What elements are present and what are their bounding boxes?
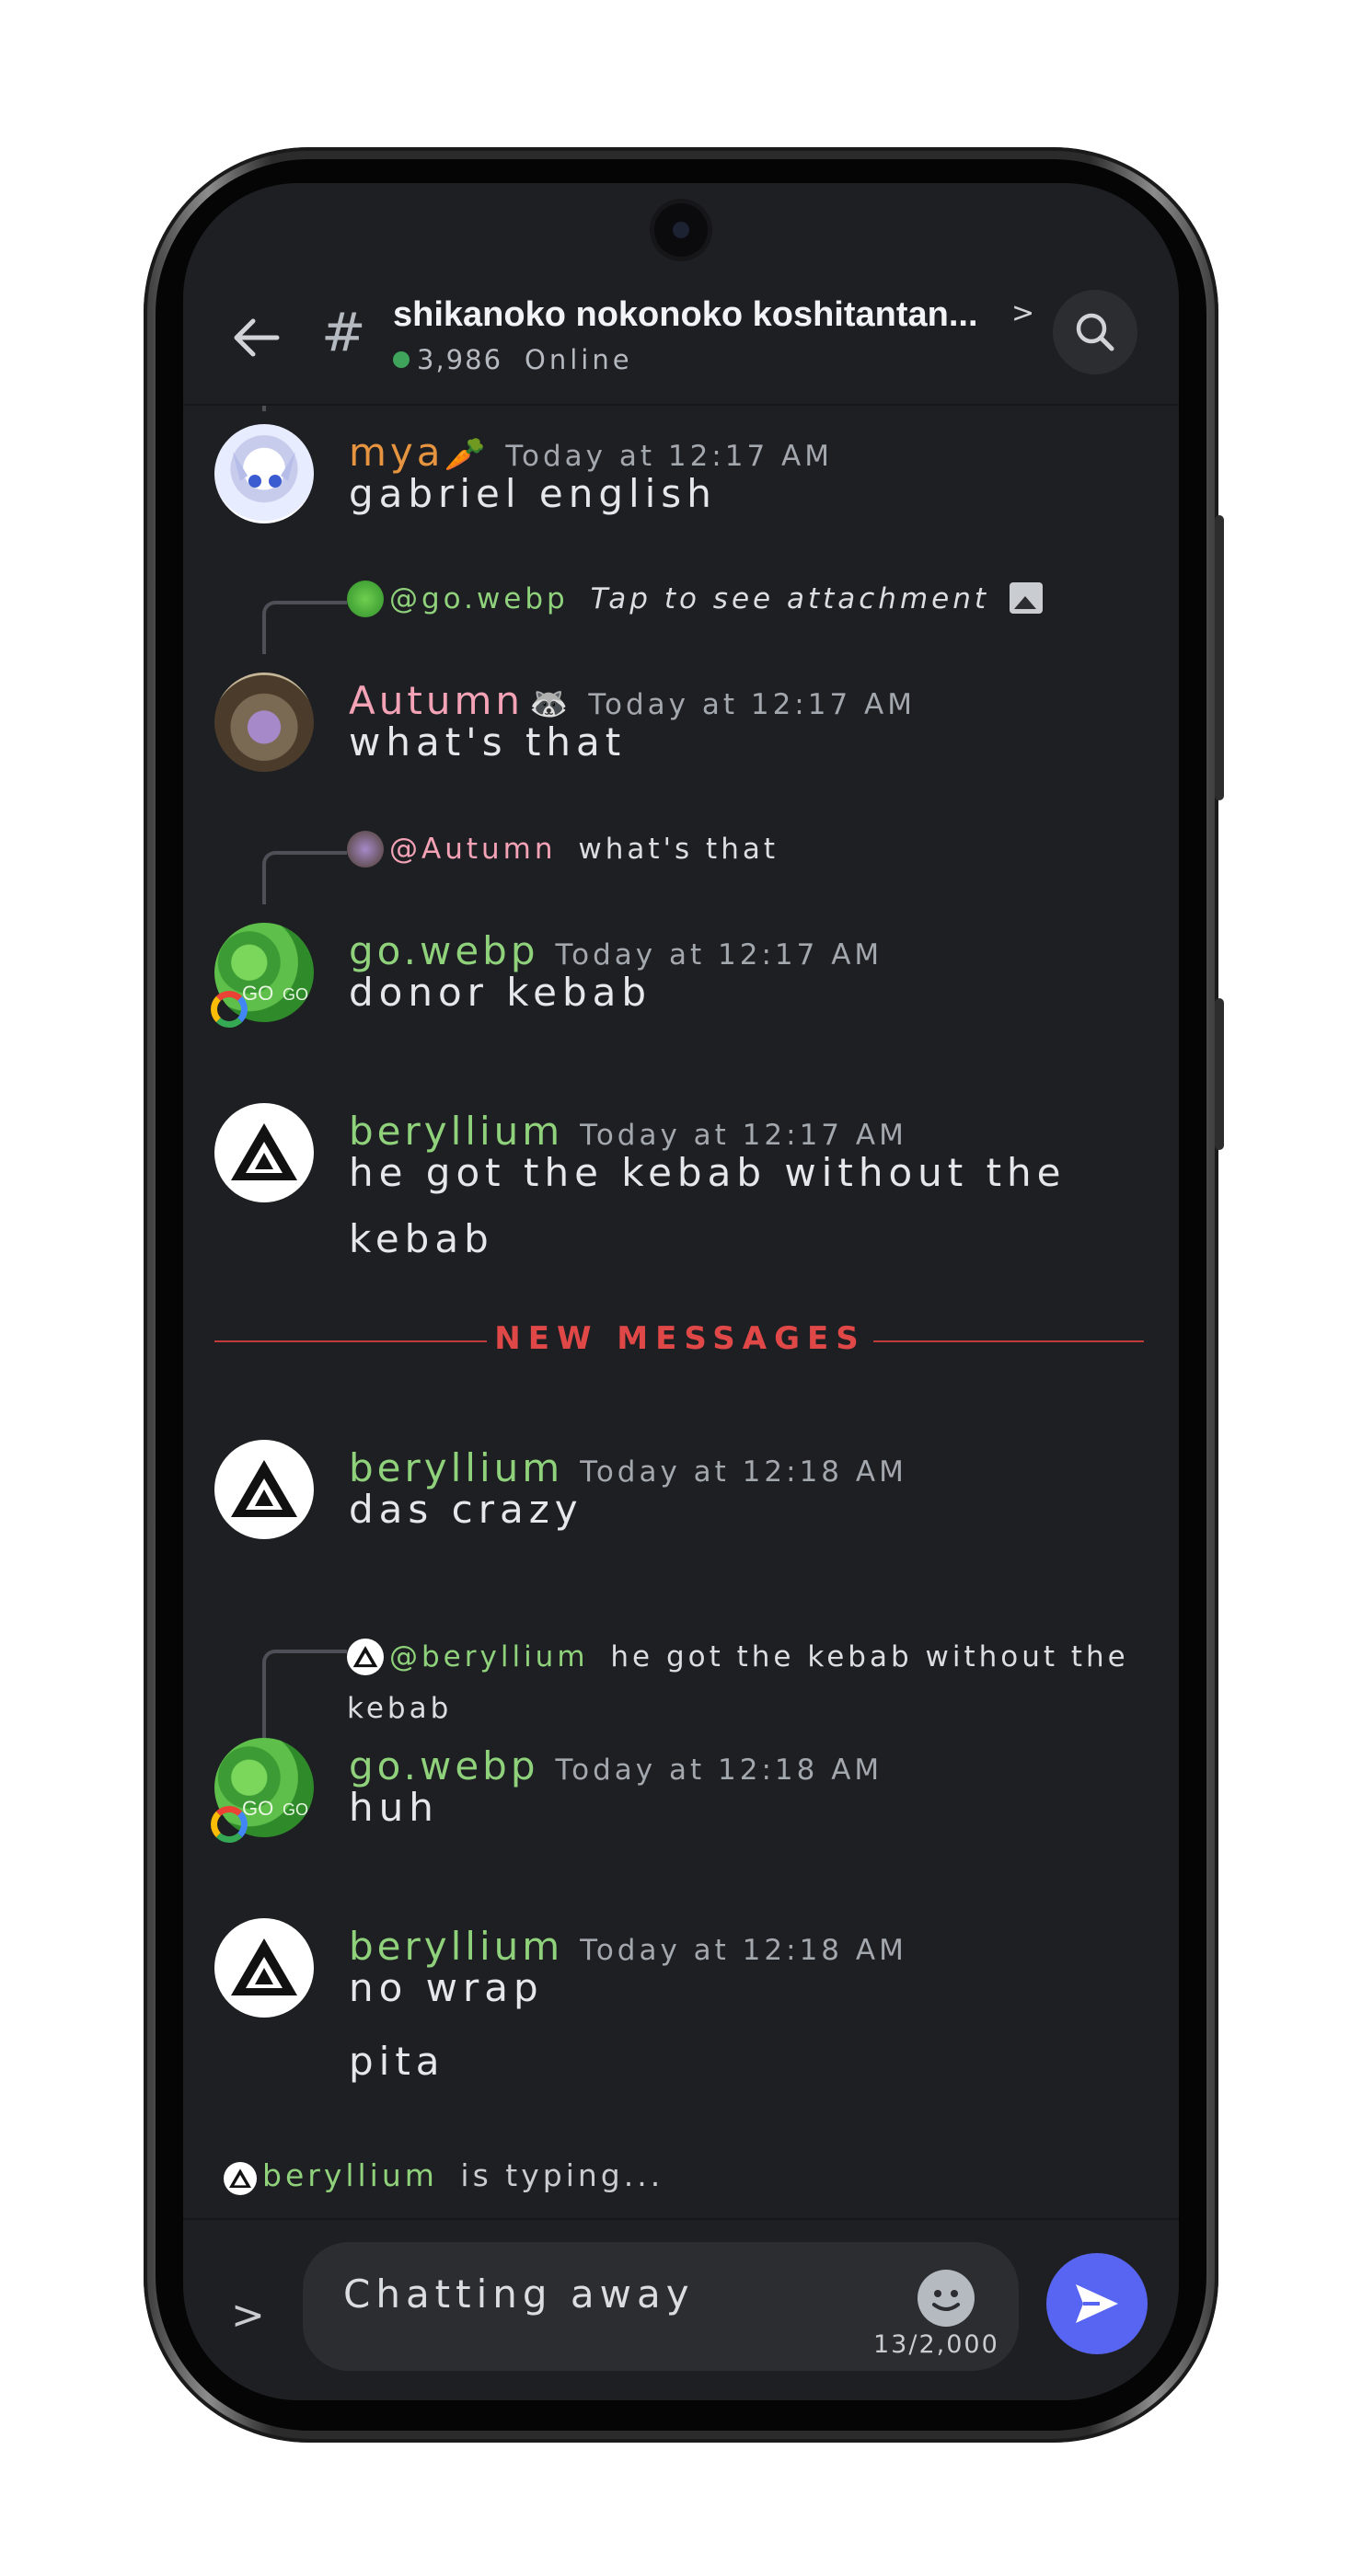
avatar[interactable] xyxy=(214,1103,314,1202)
message-text: gabriel english xyxy=(349,471,717,516)
timestamp: Today at 12:17 AM xyxy=(588,688,916,721)
reply-text: what's that xyxy=(578,833,779,866)
triangle-logo-icon xyxy=(231,1460,297,1517)
message-text: he got the kebab without the kebab xyxy=(349,1140,1067,1272)
new-messages-label: NEW MESSAGES xyxy=(487,1320,873,1357)
online-count: 3,986 xyxy=(417,344,503,375)
online-dot xyxy=(393,351,410,368)
channel-title[interactable]: shikanoko nokonoko koshitantan... xyxy=(393,295,978,335)
reply-preview[interactable]: @beryllium he got the kebab without the … xyxy=(347,1631,1138,1734)
message-input[interactable]: Chatting away 13/2,000 xyxy=(303,2242,1019,2371)
message-composer: > Chatting away 13/2,000 xyxy=(183,2218,1179,2400)
reply-connector xyxy=(262,406,266,411)
reply-connector xyxy=(262,601,347,654)
message-text: no wrap xyxy=(349,1965,544,2010)
triangle-logo-icon xyxy=(231,1123,297,1180)
typing-indicator: beryllium is typing... xyxy=(224,2157,664,2195)
reply-preview[interactable]: @Autumn what's that xyxy=(347,831,779,868)
reply-text: he got the kebab without the xyxy=(610,1640,1129,1673)
avatar[interactable] xyxy=(214,424,314,523)
search-icon xyxy=(1076,313,1114,351)
timestamp: Today at 12:18 AM xyxy=(580,1934,907,1967)
google-badge-icon xyxy=(211,991,248,1028)
reply-avatar xyxy=(347,1639,384,1675)
reply-avatar xyxy=(347,581,384,617)
fox-avatar-icon xyxy=(233,452,295,488)
emoji-icon[interactable] xyxy=(918,2270,975,2327)
svg-text:GO: GO xyxy=(242,1797,273,1820)
expand-chevron-icon[interactable]: > xyxy=(231,2292,265,2339)
svg-text:GO: GO xyxy=(283,1800,308,1819)
avatar[interactable] xyxy=(214,1440,314,1539)
message-text: das crazy xyxy=(349,1487,583,1532)
power-button xyxy=(1215,998,1224,1150)
avatar[interactable] xyxy=(214,1918,314,2018)
hash-icon: # xyxy=(321,301,366,363)
typing-avatar xyxy=(224,2162,257,2195)
message-text: huh xyxy=(349,1785,439,1830)
message-line: he got the kebab without the xyxy=(349,1150,1067,1195)
attachment-image-icon xyxy=(1009,582,1043,614)
volume-button xyxy=(1215,515,1224,800)
svg-text:GO: GO xyxy=(283,985,308,1004)
app-screen: # shikanoko nokonoko koshitantan... > 3,… xyxy=(183,183,1179,2400)
reply-text: kebab xyxy=(347,1692,453,1725)
online-label: Online xyxy=(525,344,633,375)
google-badge-icon xyxy=(211,1806,248,1843)
reply-connector xyxy=(262,851,347,904)
triangle-logo-icon xyxy=(231,1938,297,1995)
online-status: 3,986 Online xyxy=(393,344,633,375)
message-text: pita xyxy=(349,2039,445,2084)
triangle-logo-icon xyxy=(229,2168,251,2188)
typing-text: is typing... xyxy=(460,2157,664,2193)
back-arrow-icon[interactable] xyxy=(229,310,284,365)
avatar[interactable] xyxy=(214,673,314,772)
send-button[interactable] xyxy=(1046,2253,1148,2354)
timestamp: Today at 12:18 AM xyxy=(555,1754,883,1787)
message-list[interactable]: mya🥕 Today at 12:17 AM gabriel english @g… xyxy=(183,406,1179,2216)
timestamp: Today at 12:18 AM xyxy=(580,1455,907,1489)
send-icon xyxy=(1076,2284,1118,2323)
reply-connector xyxy=(262,1650,347,1753)
reply-preview[interactable]: @go.webp Tap to see attachment xyxy=(347,581,1043,617)
svg-text:GO: GO xyxy=(242,982,273,1005)
emoji-face-glyph xyxy=(932,2290,960,2311)
message-text: donor kebab xyxy=(349,970,652,1015)
message-line: kebab xyxy=(349,1216,494,1261)
character-counter: 13/2,000 xyxy=(873,2330,999,2359)
typing-user: beryllium xyxy=(262,2157,438,2193)
chevron-right-icon[interactable]: > xyxy=(1011,297,1034,329)
message-input-text[interactable]: Chatting away xyxy=(343,2271,695,2317)
message-text: what's that xyxy=(349,719,627,765)
triangle-logo-icon xyxy=(352,1646,378,1668)
reply-text: Tap to see attachment xyxy=(590,582,990,615)
channel-header: # shikanoko nokonoko koshitantan... > 3,… xyxy=(183,275,1179,406)
front-camera xyxy=(654,203,708,257)
search-button[interactable] xyxy=(1053,290,1137,374)
reply-avatar xyxy=(347,831,384,868)
